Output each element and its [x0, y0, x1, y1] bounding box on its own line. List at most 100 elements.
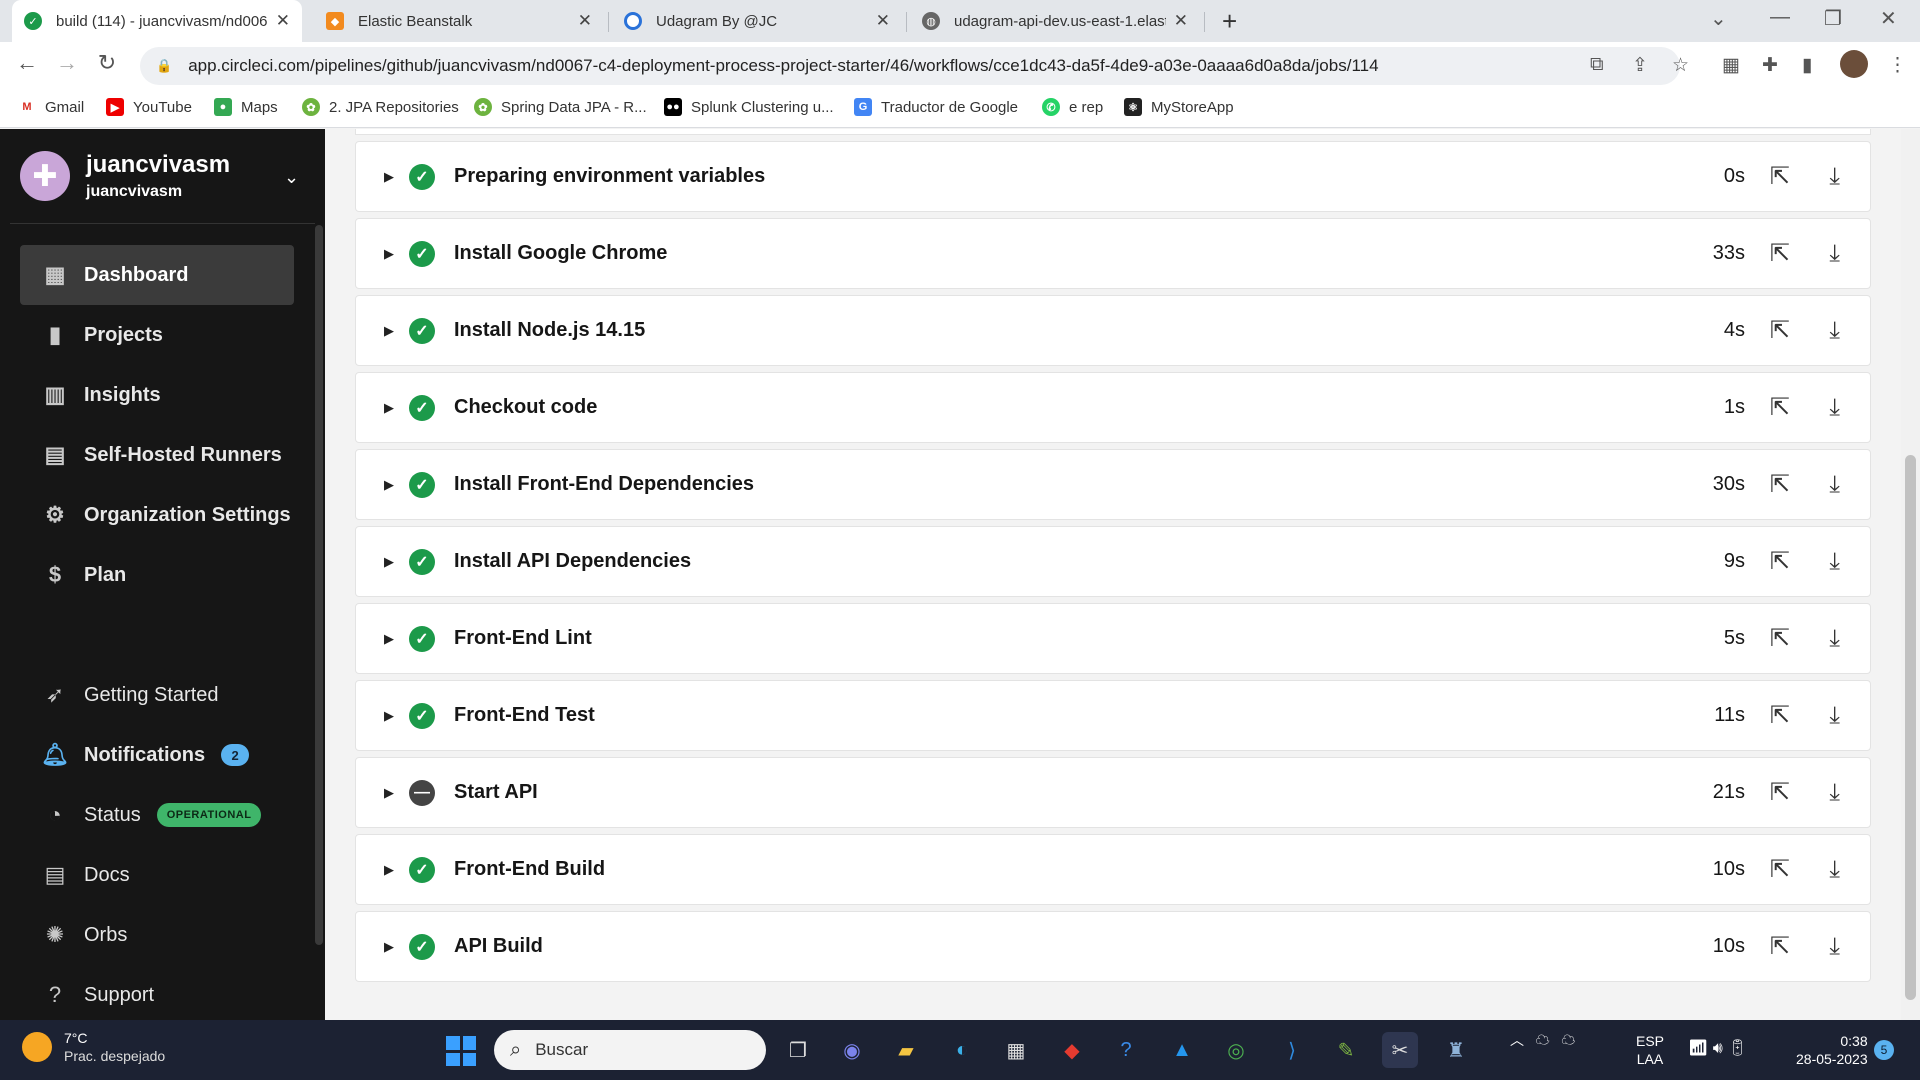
edge-icon[interactable]: ◐: [944, 1032, 980, 1068]
chevron-down-icon[interactable]: ⌄: [284, 167, 299, 188]
clock[interactable]: 0:38 28-05-2023: [1796, 1032, 1868, 1068]
cloud-icon[interactable]: ☁: [1536, 1032, 1550, 1048]
download-icon[interactable]: ⤓: [1829, 779, 1840, 807]
store-icon[interactable]: ▦: [998, 1032, 1034, 1068]
tab-udagram-api[interactable]: ◍ udagram-api-dev.us-east-1.elasti ✕: [910, 0, 1200, 42]
open-in-new-tab-icon[interactable]: ⇱: [1770, 393, 1790, 422]
language-indicator[interactable]: ESP LAA: [1636, 1032, 1664, 1068]
docker-icon[interactable]: ▲: [1164, 1032, 1200, 1068]
download-icon[interactable]: ⤓: [1829, 933, 1840, 961]
open-in-new-tab-icon[interactable]: ⇱: [1770, 316, 1790, 345]
open-in-new-tab-icon[interactable]: ⇱: [1770, 932, 1790, 961]
close-tab-icon[interactable]: ✕: [578, 11, 592, 31]
sidebar-item-projects[interactable]: ▮ Projects: [20, 305, 294, 365]
download-icon[interactable]: ⤓: [1829, 856, 1840, 884]
open-in-new-tab-icon[interactable]: ⇱: [1770, 547, 1790, 576]
bookmark-traductor[interactable]: G Traductor de Google: [854, 98, 1018, 116]
close-tab-icon[interactable]: ✕: [276, 11, 290, 31]
new-tab-icon[interactable]: +: [1222, 6, 1237, 37]
close-window-icon[interactable]: ✕: [1880, 6, 1897, 31]
download-icon[interactable]: ⤓: [1829, 317, 1840, 345]
expand-caret-icon[interactable]: ▶: [384, 477, 394, 493]
puzzle-icon[interactable]: ✚: [1762, 54, 1778, 77]
download-icon[interactable]: ⤓: [1829, 471, 1840, 499]
snipping-tool-icon[interactable]: ✂: [1382, 1032, 1418, 1068]
profile-avatar[interactable]: [1840, 50, 1868, 78]
job-step-row[interactable]: ▶ ✓ Checkout code 1s ⇱ ⤓: [355, 372, 1871, 443]
bookmark-mystoreapp[interactable]: ⚛ MyStoreApp: [1124, 98, 1234, 116]
bookmark-star-icon[interactable]: ☆: [1672, 54, 1689, 77]
sidebar-item-insights[interactable]: ▥ Insights: [20, 365, 294, 425]
job-step-row[interactable]: ▶ ✓ Front-End Test 11s ⇱ ⤓: [355, 680, 1871, 751]
expand-caret-icon[interactable]: ▶: [384, 631, 394, 647]
download-icon[interactable]: ⤓: [1829, 548, 1840, 576]
open-in-new-tab-icon[interactable]: ⇱: [1770, 239, 1790, 268]
bookmark-spring-data[interactable]: ✿ Spring Data JPA - R...: [474, 98, 647, 116]
address-bar[interactable]: 🔒 app.circleci.com/pipelines/github/juan…: [140, 47, 1680, 85]
tab-search-icon[interactable]: ⌄: [1710, 6, 1727, 31]
page-scrollbar[interactable]: [1901, 129, 1920, 1020]
back-icon[interactable]: ←: [12, 50, 42, 76]
scrollbar-thumb[interactable]: [1905, 455, 1916, 1000]
help-app-icon[interactable]: ?: [1108, 1032, 1144, 1068]
expand-caret-icon[interactable]: ▶: [384, 246, 394, 262]
download-icon[interactable]: ⤓: [1829, 625, 1840, 653]
sidebar-item-plan[interactable]: $ Plan: [20, 545, 294, 605]
postgres-icon[interactable]: ♜: [1438, 1032, 1474, 1068]
bookmark-e-rep[interactable]: ✆ e rep: [1042, 98, 1103, 116]
open-in-new-tab-icon[interactable]: ⇱: [1770, 470, 1790, 499]
side-panel-icon[interactable]: ▮: [1802, 54, 1812, 77]
system-tray[interactable]: ︿ ☁ ☁: [1510, 1030, 1575, 1050]
translate-icon[interactable]: ⧉: [1590, 54, 1604, 76]
wifi-volume-battery-icons[interactable]: 📶︎ 🔊︎ 🔋︎: [1688, 1038, 1748, 1058]
onedrive-icon[interactable]: ☁: [1561, 1032, 1575, 1048]
vscode-icon[interactable]: ⟩: [1274, 1032, 1310, 1068]
job-step-row[interactable]: ▶ ✓ Install Front-End Dependencies 30s ⇱ ⤓: [355, 449, 1871, 520]
task-view-icon[interactable]: ❐: [780, 1032, 816, 1068]
bookmark-youtube[interactable]: ▶ YouTube: [106, 98, 192, 116]
download-icon[interactable]: ⤓: [1829, 394, 1840, 422]
sidebar-item-self-hosted-runners[interactable]: ▤ Self-Hosted Runners: [20, 425, 294, 485]
chrome-icon[interactable]: ◎: [1218, 1032, 1254, 1068]
notepad-icon[interactable]: ✎: [1328, 1032, 1364, 1068]
expand-caret-icon[interactable]: ▶: [384, 400, 394, 416]
tab-elastic-beanstalk[interactable]: ◆ Elastic Beanstalk ✕: [314, 0, 604, 42]
sidebar-item-dashboard[interactable]: ▦ Dashboard: [20, 245, 294, 305]
expand-caret-icon[interactable]: ▶: [384, 785, 394, 801]
forward-icon[interactable]: →: [52, 50, 82, 76]
sidebar-item-docs[interactable]: ▤ Docs: [20, 845, 294, 905]
minimize-icon[interactable]: —: [1770, 6, 1790, 29]
job-step-row[interactable]: ▶ ✓ Front-End Lint 5s ⇱ ⤓: [355, 603, 1871, 674]
teams-icon[interactable]: ◉: [834, 1032, 870, 1068]
open-in-new-tab-icon[interactable]: ⇱: [1770, 701, 1790, 730]
job-step-row[interactable]: ▶ ✓ Install Node.js 14.15 4s ⇱ ⤓: [355, 295, 1871, 366]
job-step-row[interactable]: ▶ ✓ Install API Dependencies 9s ⇱ ⤓: [355, 526, 1871, 597]
open-in-new-tab-icon[interactable]: ⇱: [1770, 855, 1790, 884]
git-icon[interactable]: ◆: [1054, 1032, 1090, 1068]
taskbar-search[interactable]: ⌕ Buscar: [494, 1030, 766, 1070]
chevron-up-icon[interactable]: ︿: [1510, 1032, 1524, 1048]
sidebar-item-status[interactable]: ◔ Status OPERATIONAL: [20, 785, 294, 845]
windows-start-icon[interactable]: [446, 1036, 476, 1066]
expand-caret-icon[interactable]: ▶: [384, 323, 394, 339]
org-switcher[interactable]: ✚ juancvivasm juancvivasm: [20, 151, 230, 201]
maximize-icon[interactable]: ❐: [1824, 6, 1842, 31]
close-tab-icon[interactable]: ✕: [1174, 11, 1188, 31]
bookmark-jpa-repositories[interactable]: ✿ 2. JPA Repositories: [302, 98, 459, 116]
notification-center-badge[interactable]: 5: [1874, 1040, 1894, 1060]
open-in-new-tab-icon[interactable]: ⇱: [1770, 624, 1790, 653]
sidebar-item-organization-settings[interactable]: ⚙ Organization Settings: [20, 485, 294, 545]
job-step-row[interactable]: ▶ ✓ Install Google Chrome 33s ⇱ ⤓: [355, 218, 1871, 289]
expand-caret-icon[interactable]: ▶: [384, 169, 394, 185]
bookmark-maps[interactable]: ● Maps: [214, 98, 278, 116]
download-icon[interactable]: ⤓: [1829, 702, 1840, 730]
file-explorer-icon[interactable]: ▰: [888, 1032, 924, 1068]
sidebar-item-notifications[interactable]: 🔔︎ Notifications 2: [20, 725, 294, 785]
sidebar-scrollbar[interactable]: [315, 225, 323, 945]
expand-caret-icon[interactable]: ▶: [384, 862, 394, 878]
menu-dots-icon[interactable]: ⋮: [1888, 54, 1907, 77]
sidebar-item-support[interactable]: ? Support: [20, 965, 294, 1025]
bookmark-splunk[interactable]: ●● Splunk Clustering u...: [664, 98, 834, 116]
sidebar-item-orbs[interactable]: ✺ Orbs: [20, 905, 294, 965]
expand-caret-icon[interactable]: ▶: [384, 939, 394, 955]
